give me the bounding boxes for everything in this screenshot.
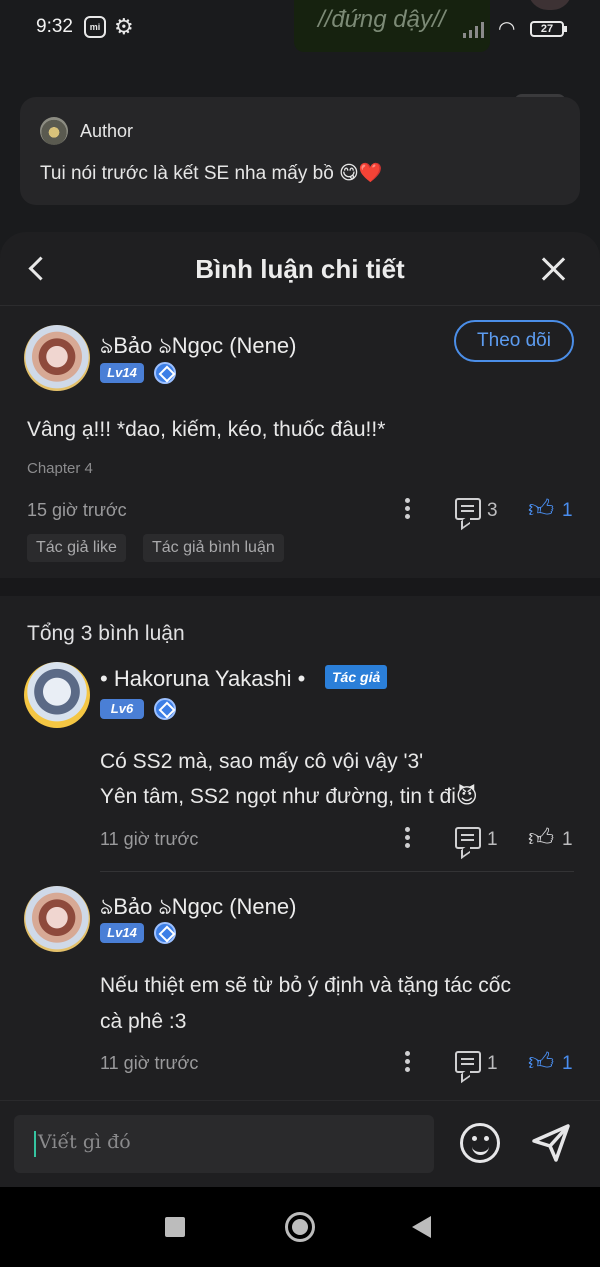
status-badge: Tác giả like <box>27 534 126 562</box>
recent-apps-button[interactable] <box>165 1217 185 1237</box>
mi-icon: mi <box>84 16 106 38</box>
signal-icon <box>463 22 484 38</box>
comment-time: 15 giờ trước <box>27 500 127 520</box>
system-nav-bar <box>0 1187 600 1267</box>
comment-username[interactable]: • Hakoruna Yakashi • <box>100 666 305 692</box>
reply-count: 1 <box>487 1053 498 1074</box>
system-back-button[interactable] <box>412 1216 431 1238</box>
text-caret <box>34 1131 36 1157</box>
thumbs-up-icon[interactable]: 👍︎ <box>528 825 554 851</box>
status-badge: Tác giả bình luận <box>143 534 284 562</box>
divider <box>100 871 574 872</box>
comment-time: 11 giờ trước <box>100 1053 199 1073</box>
status-bar: 9:32 mi ⚙ ◠ 27 <box>0 0 600 58</box>
comment-detail-sheet: Bình luận chi tiết ঌBảo ঌNgọc (Nene) Lv1… <box>0 232 600 1187</box>
page-title: Bình luận chi tiết <box>195 254 405 284</box>
reply-icon[interactable] <box>455 827 481 849</box>
home-button[interactable] <box>285 1212 315 1242</box>
diamond-icon <box>154 922 176 944</box>
thumbs-up-icon[interactable]: 👍︎ <box>528 1049 554 1075</box>
diamond-icon <box>154 362 176 384</box>
level-badge: Lv14 <box>100 923 144 943</box>
author-note-card: Author Tui nói trước là kết SE nha mấy b… <box>20 97 580 205</box>
reply-icon[interactable] <box>455 498 481 520</box>
comment-text-line: Nếu thiệt em sẽ từ bỏ ý định và tặng tác… <box>100 974 511 997</box>
author-name: Author <box>80 121 134 141</box>
comment-input-bar: Viết gì đó <box>0 1100 600 1187</box>
avatar[interactable] <box>24 325 90 391</box>
comment-text-line: cà phê :3 <box>100 1010 187 1033</box>
input-placeholder: Viết gì đó <box>38 1131 131 1153</box>
more-options-icon[interactable] <box>405 827 411 851</box>
thumbs-up-icon[interactable]: 👍︎ <box>528 496 554 522</box>
comment-text: Vâng ạ!!! *dao, kiếm, kéo, thuốc đâu!!* <box>27 418 386 441</box>
comment-text-line: Yên tâm, SS2 ngọt như đường, tin t đi😈 <box>100 785 478 808</box>
like-count: 1 <box>562 829 573 850</box>
close-button[interactable] <box>536 252 570 286</box>
avatar <box>40 117 68 145</box>
sheet-header: Bình luận chi tiết <box>0 232 600 306</box>
wifi-icon: ◠ <box>498 18 516 40</box>
chapter-label[interactable]: Chapter 4 <box>27 460 93 477</box>
send-icon[interactable] <box>528 1121 574 1165</box>
comment-text-line: Có SS2 mà, sao mấy cô vội vậy '3' <box>100 750 424 773</box>
like-count: 1 <box>562 500 573 521</box>
diamond-icon <box>154 698 176 720</box>
status-time: 9:32 <box>36 16 73 37</box>
author-badge: Tác giả <box>325 665 388 689</box>
emoji-icon[interactable] <box>460 1123 500 1163</box>
reply-count: 3 <box>487 500 498 521</box>
level-badge: Lv14 <box>100 363 144 383</box>
author-message: Tui nói trước là kết SE nha mấy bồ 😋❤️ <box>40 163 383 184</box>
comment-username[interactable]: ঌBảo ঌNgọc (Nene) <box>100 890 296 927</box>
follow-button[interactable]: Theo dõi <box>454 320 574 362</box>
comment-username[interactable]: ঌBảo ঌNgọc (Nene) <box>100 329 296 366</box>
level-badge: Lv6 <box>100 699 144 719</box>
more-options-icon[interactable] <box>405 498 411 522</box>
avatar[interactable] <box>24 886 90 952</box>
gear-icon: ⚙ <box>114 14 134 39</box>
avatar[interactable] <box>24 662 90 728</box>
comment-input[interactable]: Viết gì đó <box>14 1115 434 1173</box>
more-options-icon[interactable] <box>405 1051 411 1075</box>
like-count: 1 <box>562 1053 573 1074</box>
battery-icon: 27 <box>530 21 567 37</box>
reply-count: 1 <box>487 829 498 850</box>
comment-time: 11 giờ trước <box>100 829 199 849</box>
total-replies-label: Tổng 3 bình luận <box>27 622 185 645</box>
reply-icon[interactable] <box>455 1051 481 1073</box>
section-divider <box>0 578 600 596</box>
